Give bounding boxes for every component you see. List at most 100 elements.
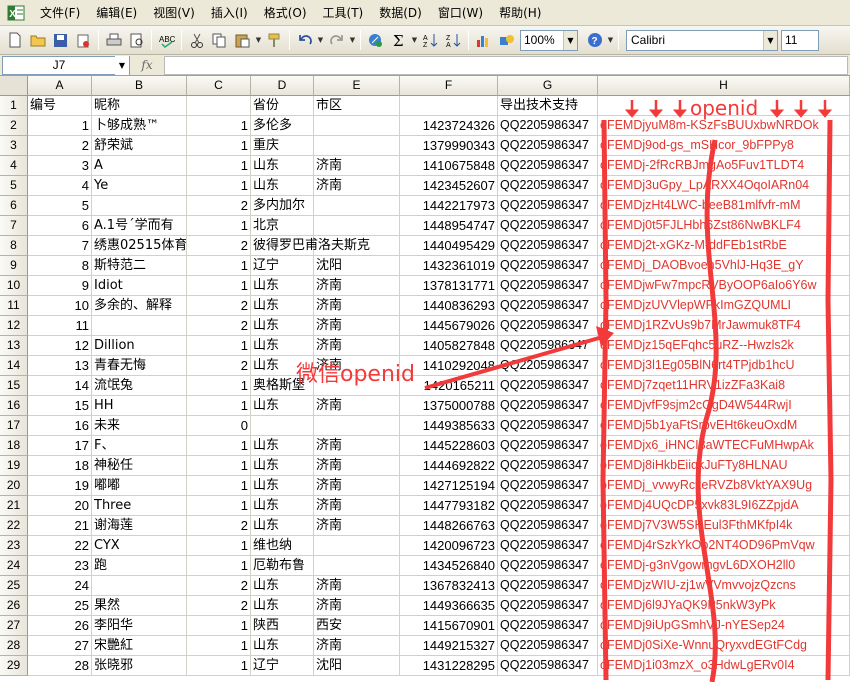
cell-g[interactable]: QQ2205986347: [498, 316, 598, 336]
cell-c[interactable]: 1: [187, 616, 251, 636]
row-header[interactable]: 18: [0, 436, 28, 456]
cell-g[interactable]: QQ2205986347: [498, 476, 598, 496]
cell-c[interactable]: 1: [187, 376, 251, 396]
cell-f[interactable]: 1449385633: [400, 416, 498, 436]
cell-c[interactable]: 1: [187, 496, 251, 516]
redo-icon[interactable]: [326, 29, 347, 51]
cell-e[interactable]: 济南: [314, 436, 400, 456]
undo-dropdown[interactable]: ▼: [316, 29, 325, 51]
column-header-h[interactable]: H: [598, 76, 850, 96]
cell-c[interactable]: 2: [187, 576, 251, 596]
cell-e[interactable]: [314, 416, 400, 436]
cell-f[interactable]: 1445679026: [400, 316, 498, 336]
cell-e[interactable]: 西安: [314, 616, 400, 636]
cell-e[interactable]: 济南: [314, 316, 400, 336]
column-header-b[interactable]: B: [92, 76, 187, 96]
row-header[interactable]: 2: [0, 116, 28, 136]
cell-f[interactable]: 1420096723: [400, 536, 498, 556]
cell-a[interactable]: 20: [28, 496, 92, 516]
cell-b[interactable]: Idiot: [92, 276, 187, 296]
cell-c[interactable]: 1: [187, 136, 251, 156]
row-header[interactable]: 25: [0, 576, 28, 596]
cell-c[interactable]: 1: [187, 556, 251, 576]
cell-d1[interactable]: 省份: [251, 96, 314, 116]
cell-h[interactable]: oFEMDjzUVVlepWPkImGZQUMLI: [598, 296, 850, 316]
cell-d[interactable]: 山东: [251, 576, 314, 596]
cell-g[interactable]: QQ2205986347: [498, 136, 598, 156]
cell-a[interactable]: 3: [28, 156, 92, 176]
cell-g1[interactable]: 导出技术支持: [498, 96, 598, 116]
cell-a[interactable]: 5: [28, 196, 92, 216]
cell-e1[interactable]: 市区: [314, 96, 400, 116]
cell-e[interactable]: 沈阳: [314, 656, 400, 676]
cell-g[interactable]: QQ2205986347: [498, 516, 598, 536]
fx-icon[interactable]: fx: [130, 58, 164, 72]
cell-e[interactable]: [314, 216, 400, 236]
cell-d[interactable]: 辽宁: [251, 656, 314, 676]
cell-a[interactable]: 16: [28, 416, 92, 436]
cell-f[interactable]: 1432361019: [400, 256, 498, 276]
chevron-down-icon[interactable]: ▼: [763, 30, 777, 50]
cell-c[interactable]: 1: [187, 256, 251, 276]
row-header[interactable]: 29: [0, 656, 28, 676]
cell-h[interactable]: oFEMDjx6_iHNCI8aWTECFuMHwpAk: [598, 436, 850, 456]
cell-b[interactable]: CYX: [92, 536, 187, 556]
select-all-corner[interactable]: [0, 76, 28, 96]
cell-c[interactable]: 2: [187, 516, 251, 536]
cell-b[interactable]: A: [92, 156, 187, 176]
chevron-down-icon[interactable]: ▼: [115, 55, 129, 75]
formula-input[interactable]: [164, 55, 848, 75]
cell-a[interactable]: 6: [28, 216, 92, 236]
cell-e[interactable]: [314, 536, 400, 556]
cell-c[interactable]: 1: [187, 536, 251, 556]
cell-h[interactable]: oFEMDj-2fRcRBJmgAo5Fuv1TLDT4: [598, 156, 850, 176]
cell-f[interactable]: 1431228295: [400, 656, 498, 676]
cell-c[interactable]: 2: [187, 196, 251, 216]
drawing-icon[interactable]: [496, 29, 517, 51]
cell-b[interactable]: 未来: [92, 416, 187, 436]
cell-a[interactable]: 8: [28, 256, 92, 276]
help-dropdown[interactable]: ▼: [606, 29, 615, 51]
new-icon[interactable]: [4, 29, 25, 51]
redo-dropdown[interactable]: ▼: [348, 29, 357, 51]
cell-a[interactable]: 21: [28, 516, 92, 536]
cell-d[interactable]: 山东: [251, 156, 314, 176]
cell-d[interactable]: 山东: [251, 316, 314, 336]
cell-d[interactable]: 重庆: [251, 136, 314, 156]
cell-e[interactable]: 济南: [314, 476, 400, 496]
cell-g[interactable]: QQ2205986347: [498, 256, 598, 276]
row-header[interactable]: 11: [0, 296, 28, 316]
cut-icon[interactable]: [186, 29, 207, 51]
menu-insert[interactable]: 插入(I): [203, 2, 256, 24]
cell-c[interactable]: 1: [187, 156, 251, 176]
cell-b[interactable]: 青春无悔: [92, 356, 187, 376]
cell-d[interactable]: 多内加尔: [251, 196, 314, 216]
cell-g[interactable]: QQ2205986347: [498, 376, 598, 396]
cell-h[interactable]: oFEMDj4UQcDP5xvk83L9I6ZZpjdA: [598, 496, 850, 516]
cell-a[interactable]: 2: [28, 136, 92, 156]
cell-e[interactable]: 济南: [314, 576, 400, 596]
row-header[interactable]: 4: [0, 156, 28, 176]
row-header[interactable]: 20: [0, 476, 28, 496]
cell-b[interactable]: Dillion: [92, 336, 187, 356]
cell-b[interactable]: 跑: [92, 556, 187, 576]
cell-d[interactable]: 维也纳: [251, 536, 314, 556]
cell-h[interactable]: oFEMDj2t-xGKz-M-ddFEb1stRbE: [598, 236, 850, 256]
cell-b[interactable]: F、: [92, 436, 187, 456]
cell-b[interactable]: A.1号ˊ学而有: [92, 216, 187, 236]
cell-f[interactable]: 1423452607: [400, 176, 498, 196]
row-header[interactable]: 19: [0, 456, 28, 476]
cell-f[interactable]: 1447793182: [400, 496, 498, 516]
cell-f[interactable]: 1444692822: [400, 456, 498, 476]
cell-c[interactable]: 2: [187, 236, 251, 256]
cell-g[interactable]: QQ2205986347: [498, 596, 598, 616]
cell-h[interactable]: oFEMDj9od-gs_mSHcor_9bFPPy8: [598, 136, 850, 156]
cell-h[interactable]: oFEMDj0t5FJLHbh6Zst86NwBKLF4: [598, 216, 850, 236]
row-header[interactable]: 6: [0, 196, 28, 216]
cell-g[interactable]: QQ2205986347: [498, 496, 598, 516]
cell-e[interactable]: 济南: [314, 176, 400, 196]
cell-h[interactable]: oFEMDjzHt4LWC-beeB81mlfvfr-mM: [598, 196, 850, 216]
cell-a[interactable]: 22: [28, 536, 92, 556]
chart-wizard-icon[interactable]: [473, 29, 494, 51]
font-size-combobox[interactable]: 11: [781, 29, 819, 51]
